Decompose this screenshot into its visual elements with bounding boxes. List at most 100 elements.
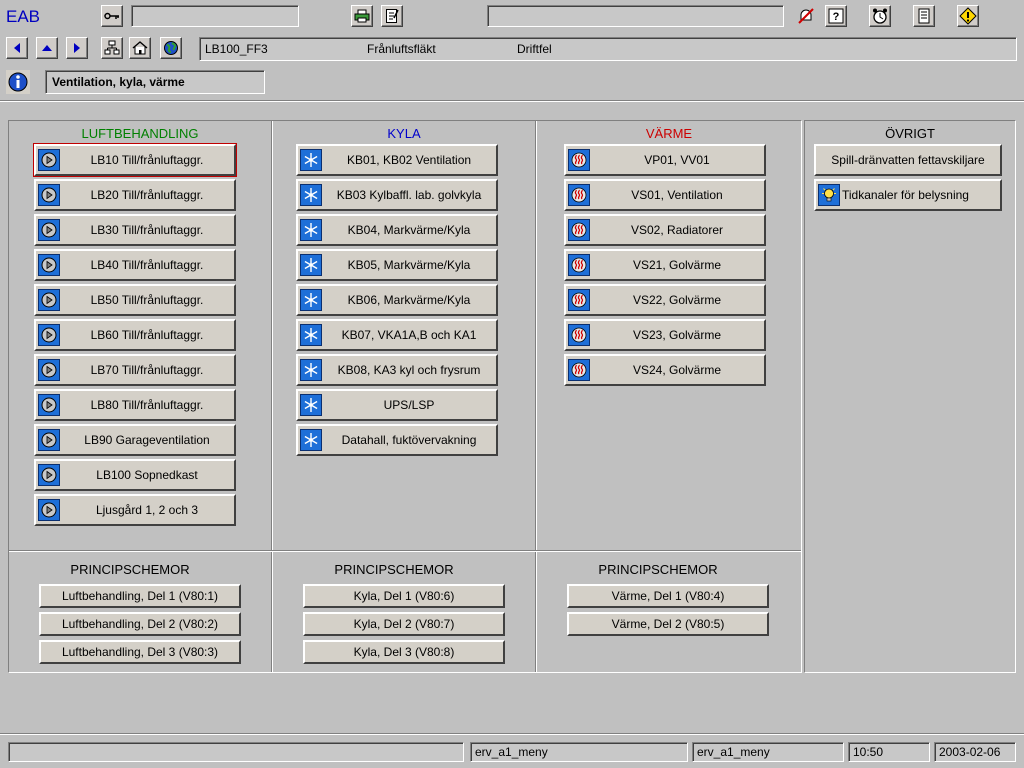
- kyla-button-1[interactable]: KB01, KB02 Ventilation: [296, 144, 498, 176]
- kyla-button-label: KB03 Kylbaffl. lab. golvkyla: [336, 188, 482, 202]
- info-icon[interactable]: [6, 70, 30, 94]
- kyla-button-5[interactable]: KB06, Markvärme/Kyla: [296, 284, 498, 316]
- luft-button-label: LB10 Till/frånluftaggr.: [90, 153, 204, 167]
- varme-button-7[interactable]: VS24, Golvärme: [564, 354, 766, 386]
- luft-button-6[interactable]: LB60 Till/frånluftaggr.: [34, 319, 236, 351]
- luft-button-1[interactable]: LB10 Till/frånluftaggr.: [33, 143, 237, 177]
- message-field: [487, 5, 784, 27]
- luft-button-8[interactable]: LB80 Till/frånluftaggr.: [34, 389, 236, 421]
- varme-button-label: VS24, Golvärme: [632, 363, 722, 377]
- principles-title-varme: PRINCIPSCHEMOR: [598, 562, 718, 577]
- status-message: [8, 742, 464, 762]
- kyla-button-label: KB07, VKA1A,B och KA1: [341, 328, 477, 342]
- ovrigt-button-2[interactable]: Tidkanaler för belysning: [814, 179, 1002, 211]
- alarm-clock-icon: [873, 8, 887, 24]
- home-button[interactable]: [129, 37, 151, 59]
- help-button[interactable]: ?: [825, 5, 847, 27]
- principle-kyla-button-1[interactable]: Kyla, Del 1 (V80:6): [303, 584, 505, 608]
- section-title-ovrigt: ÖVRIGT: [885, 126, 935, 141]
- principle-kyla-button-3[interactable]: Kyla, Del 3 (V80:8): [303, 640, 505, 664]
- luft-button-label: Ljusgård 1, 2 och 3: [95, 503, 199, 517]
- forward-button[interactable]: [66, 37, 88, 59]
- luft-button-10[interactable]: LB100 Sopnedkast: [34, 459, 236, 491]
- principle-luft-button-2[interactable]: Luftbehandling, Del 2 (V80:2): [39, 612, 241, 636]
- object-id: LB100_FF3: [205, 42, 268, 56]
- ovrigt-button-1[interactable]: Spill-dränvatten fettavskiljare: [814, 144, 1002, 176]
- kyla-button-7[interactable]: KB08, KA3 kyl och frysrum: [296, 354, 498, 386]
- luft-button-4[interactable]: LB40 Till/frånluftaggr.: [34, 249, 236, 281]
- arrow-right-icon: [74, 43, 80, 53]
- varme-button-1[interactable]: VP01, VV01: [564, 144, 766, 176]
- luft-button-5[interactable]: LB50 Till/frånluftaggr.: [34, 284, 236, 316]
- varme-button-label: VS22, Golvärme: [632, 293, 722, 307]
- vline-1: [271, 121, 273, 672]
- varme-button-3[interactable]: VS02, Radiatorer: [564, 214, 766, 246]
- globe-icon: [164, 41, 178, 55]
- document-button[interactable]: [913, 5, 935, 27]
- luft-button-3[interactable]: LB30 Till/frånluftaggr.: [34, 214, 236, 246]
- snowflake-icon: [300, 149, 322, 171]
- login-button[interactable]: [101, 5, 123, 27]
- kyla-button-3[interactable]: KB04, Markvärme/Kyla: [296, 214, 498, 246]
- varme-button-6[interactable]: VS23, Golvärme: [564, 319, 766, 351]
- principle-varme-button-1[interactable]: Värme, Del 1 (V80:4): [567, 584, 769, 608]
- up-button[interactable]: [36, 37, 58, 59]
- section-title-luftbehandling: LUFTBEHANDLING: [81, 126, 199, 141]
- luft-button-label: LB90 Garageventilation: [84, 433, 210, 447]
- notes-button[interactable]: [381, 5, 403, 27]
- varme-button-label: VS23, Golvärme: [632, 328, 722, 342]
- kyla-button-8[interactable]: UPS/LSP: [296, 389, 498, 421]
- principle-luft-button-1[interactable]: Luftbehandling, Del 1 (V80:1): [39, 584, 241, 608]
- principle-varme-button-2[interactable]: Värme, Del 2 (V80:5): [567, 612, 769, 636]
- varme-button-label: VS02, Radiatorer: [630, 223, 724, 237]
- kyla-button-6[interactable]: KB07, VKA1A,B och KA1: [296, 319, 498, 351]
- status-picture-2: erv_a1_meny: [692, 742, 844, 762]
- luft-button-11[interactable]: Ljusgård 1, 2 och 3: [34, 494, 236, 526]
- fan-play-icon: [38, 499, 60, 521]
- varme-button-4[interactable]: VS21, Golvärme: [564, 249, 766, 281]
- kyla-button-label: UPS/LSP: [383, 398, 435, 412]
- heating-icon: [568, 289, 590, 311]
- clock-button[interactable]: [869, 5, 891, 27]
- snowflake-icon: [300, 429, 322, 451]
- tree-button[interactable]: [101, 37, 123, 59]
- luft-button-2[interactable]: LB20 Till/frånluftaggr.: [34, 179, 236, 211]
- kyla-button-2[interactable]: KB03 Kylbaffl. lab. golvkyla: [296, 179, 498, 211]
- fan-play-icon: [38, 219, 60, 241]
- varme-button-2[interactable]: VS01, Ventilation: [564, 179, 766, 211]
- section-title-varme: VÄRME: [645, 126, 693, 141]
- ovrigt-button-label: Tidkanaler för belysning: [842, 188, 969, 202]
- light-bulb-icon: [818, 184, 840, 206]
- fan-play-icon: [38, 184, 60, 206]
- principle-luft-button-3[interactable]: Luftbehandling, Del 3 (V80:3): [39, 640, 241, 664]
- varme-button-5[interactable]: VS22, Golvärme: [564, 284, 766, 316]
- print-button[interactable]: [351, 5, 373, 27]
- app-title: EAB: [6, 7, 41, 26]
- heating-icon: [568, 254, 590, 276]
- luft-button-label: LB20 Till/frånluftaggr.: [90, 188, 204, 202]
- luft-button-label: LB50 Till/frånluftaggr.: [90, 293, 204, 307]
- help-icon: ?: [828, 8, 844, 24]
- key-icon: [104, 12, 119, 20]
- back-button[interactable]: [6, 37, 28, 59]
- principle-kyla-button-2[interactable]: Kyla, Del 2 (V80:7): [303, 612, 505, 636]
- luft-button-label: LB30 Till/frånluftaggr.: [90, 223, 204, 237]
- heating-icon: [568, 219, 590, 241]
- snowflake-icon: [300, 359, 322, 381]
- heating-icon: [568, 184, 590, 206]
- warning-icon: [959, 7, 977, 25]
- kyla-button-9[interactable]: Datahall, fuktövervakning: [296, 424, 498, 456]
- search-field[interactable]: [131, 5, 299, 27]
- varme-button-label: VS21, Golvärme: [632, 258, 722, 272]
- globe-button[interactable]: [160, 37, 182, 59]
- luft-button-7[interactable]: LB70 Till/frånluftaggr.: [34, 354, 236, 386]
- luft-button-9[interactable]: LB90 Garageventilation: [34, 424, 236, 456]
- kyla-button-4[interactable]: KB05, Markvärme/Kyla: [296, 249, 498, 281]
- luft-button-label: LB100 Sopnedkast: [96, 468, 198, 482]
- vline-2: [535, 121, 537, 672]
- fan-play-icon: [38, 464, 60, 486]
- kyla-button-label: KB04, Markvärme/Kyla: [347, 223, 471, 237]
- no-alarm-button[interactable]: [795, 5, 817, 27]
- alarm-button[interactable]: [957, 5, 979, 27]
- ovrigt-button-label: Spill-dränvatten fettavskiljare: [831, 153, 985, 167]
